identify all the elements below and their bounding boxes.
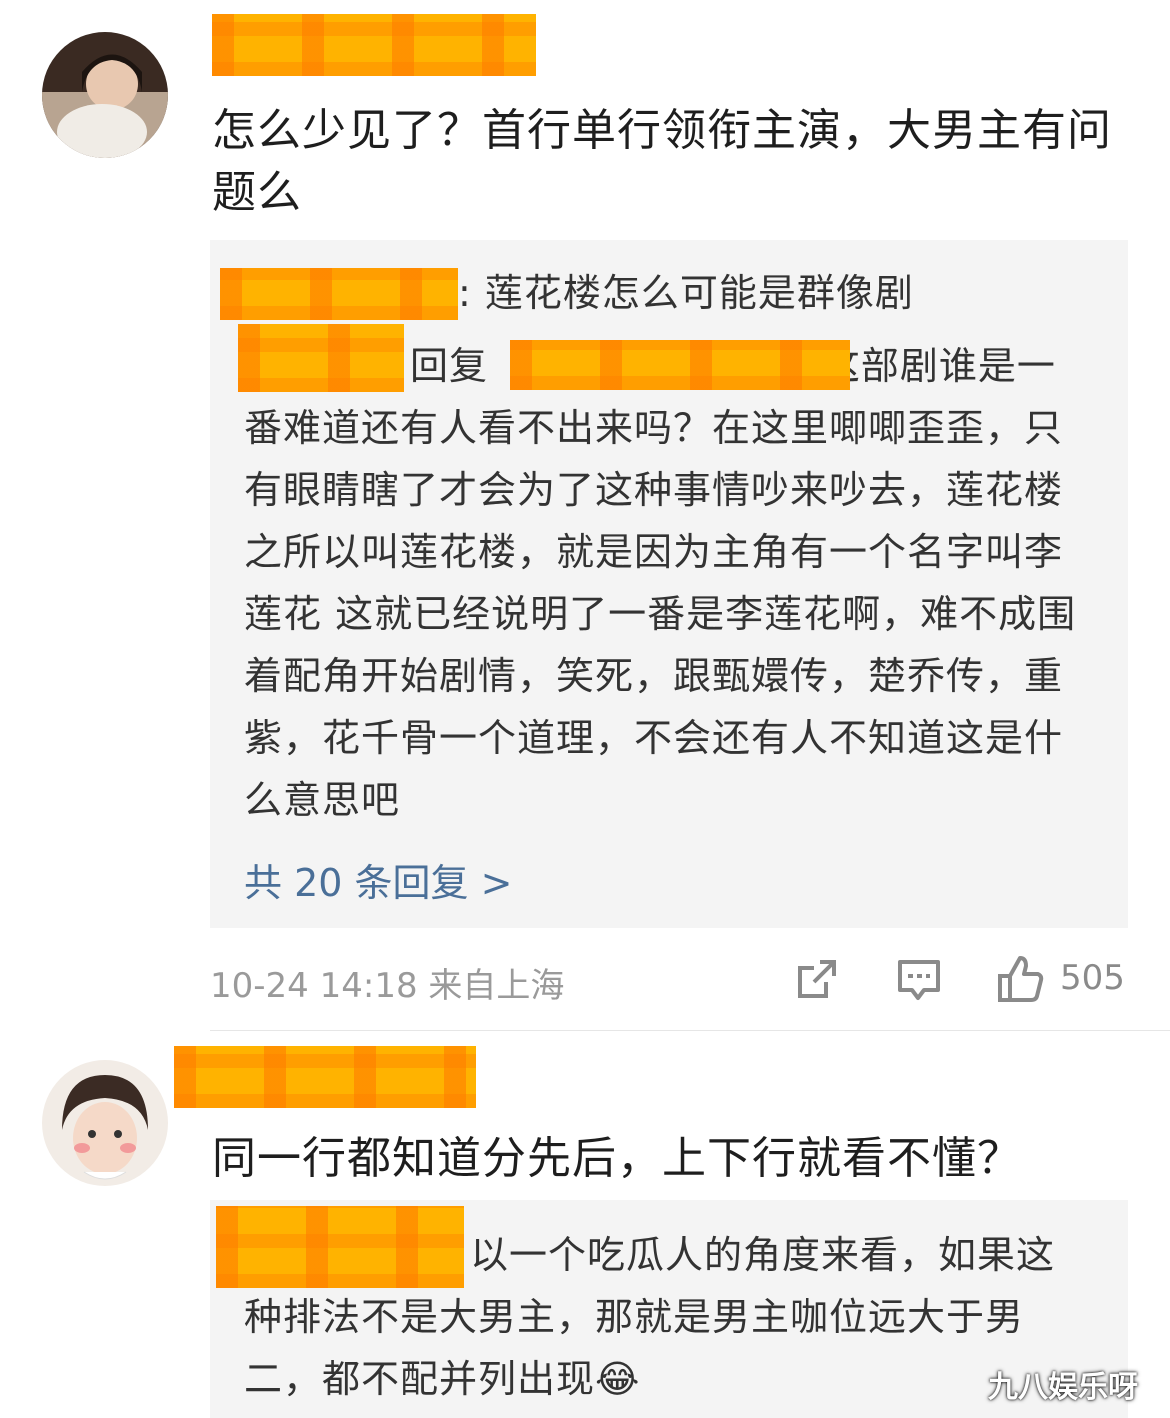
laughing-emoji-icon: 😂: [595, 1357, 641, 1401]
comment-text: 同一行都知道分先后，上下行就看不懂？: [212, 1133, 1022, 1184]
avatar[interactable]: [42, 32, 168, 158]
comment-divider: [210, 1030, 1170, 1031]
username-redacted[interactable]: [212, 14, 536, 76]
more-replies-link[interactable]: 共 20 条回复 >: [244, 852, 512, 907]
username-redacted[interactable]: [174, 1046, 476, 1108]
reply-text: : 莲花楼怎么可能是群像剧: [458, 271, 914, 315]
reply-username-redacted[interactable]: [220, 268, 458, 320]
comment-time-location: 10-24 14:18 来自上海: [210, 966, 565, 1006]
reply-username-redacted-2[interactable]: [238, 324, 404, 392]
share-icon[interactable]: [794, 958, 840, 1002]
comment-text: 怎么少见了？首行单行领衔主演，大男主有问题么: [212, 105, 1112, 218]
watermark: 九八娱乐呀: [988, 1370, 1138, 1405]
reply-username-redacted[interactable]: [216, 1206, 464, 1288]
reply-box[interactable]: : 莲花楼怎么可能是群像剧 回复:这部剧谁是一番难道还有人看不出来吗？在这里唧唧…: [210, 240, 1128, 928]
reply-text-nested: 回复:这部剧谁是一番难道还有人看不出来吗？在这里唧唧歪歪，只有眼睛瞎了才会为了这…: [244, 335, 1084, 831]
reply-target-username-redacted[interactable]: [510, 340, 850, 390]
like-icon[interactable]: [996, 954, 1046, 1004]
like-count: 505: [1060, 958, 1125, 998]
reply-action-label: 回复: [410, 344, 489, 388]
comment-icon[interactable]: [896, 958, 942, 1002]
avatar[interactable]: [42, 1060, 168, 1186]
reply-body: :这部剧谁是一番难道还有人看不出来吗？在这里唧唧歪歪，只有眼睛瞎了才会为了这种事…: [244, 344, 1077, 822]
